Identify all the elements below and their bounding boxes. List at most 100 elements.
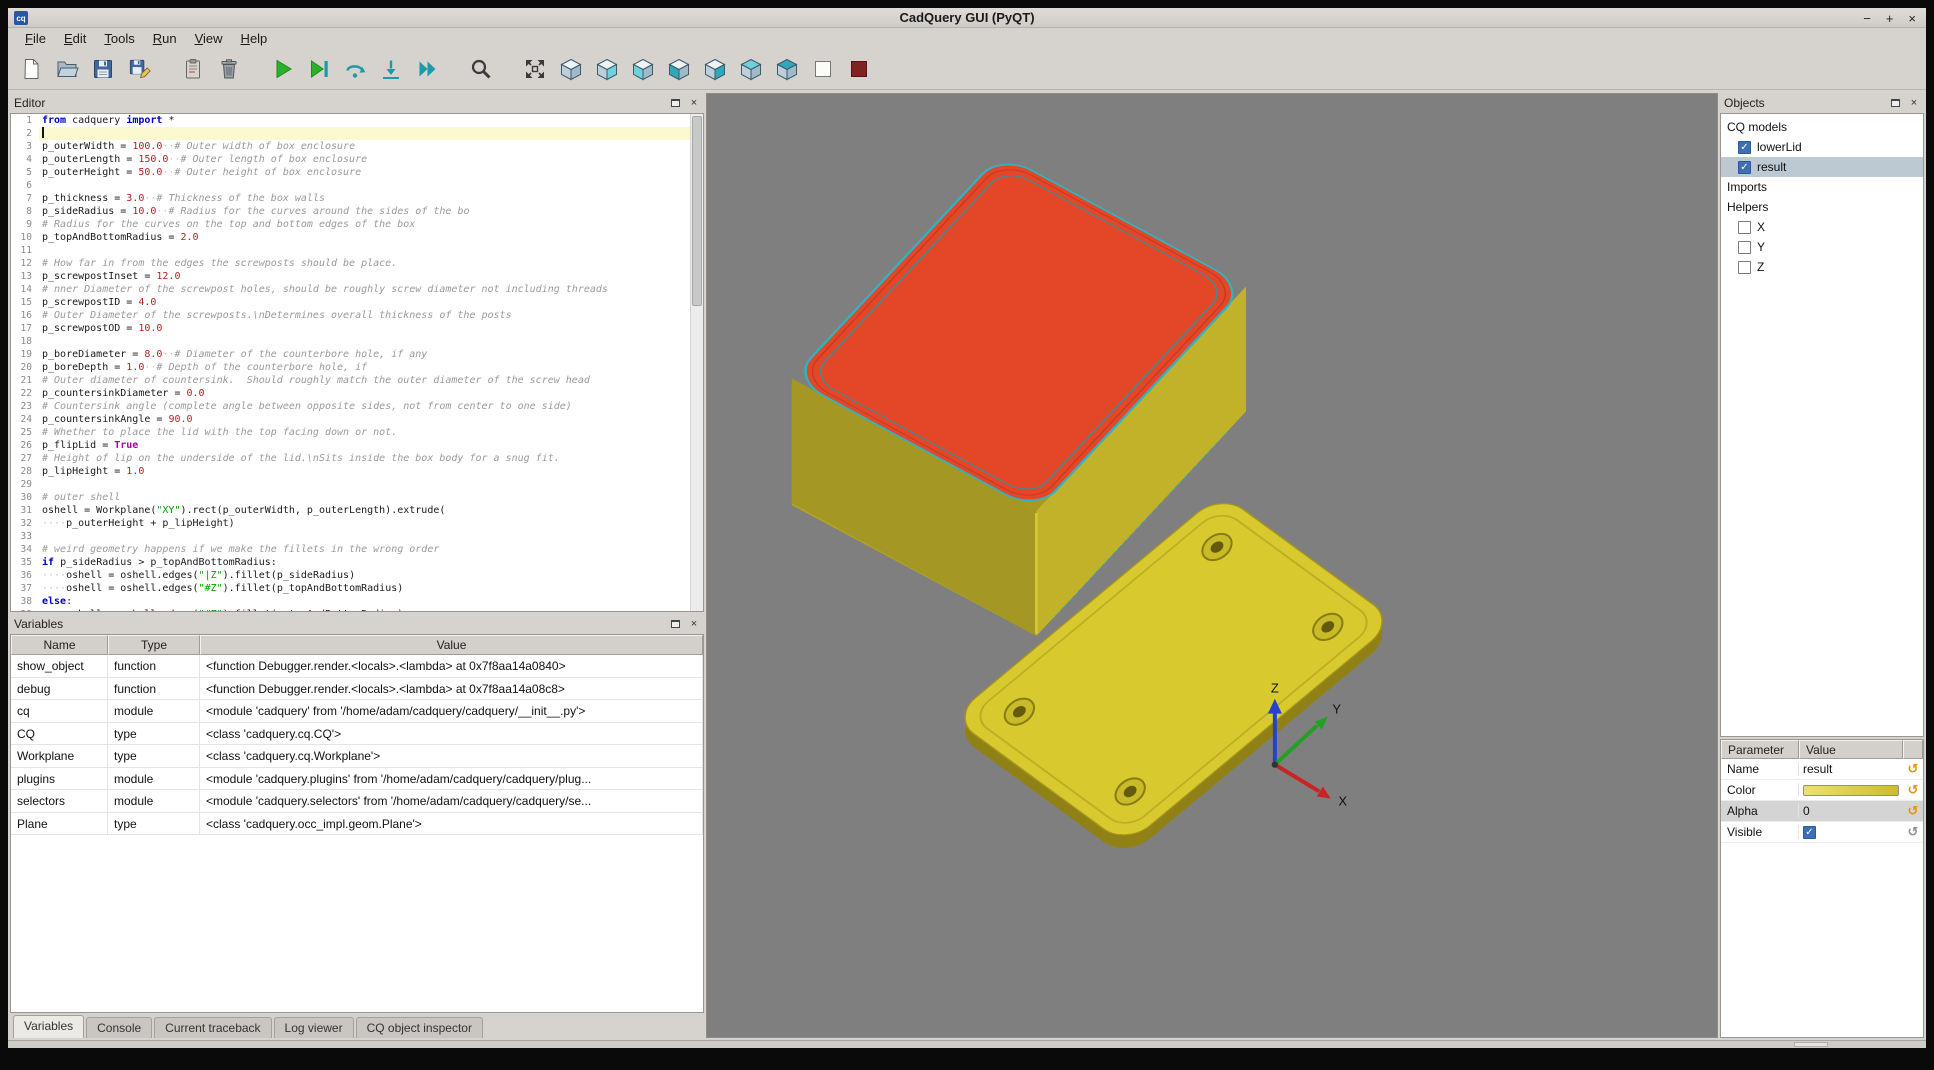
editor-close-button[interactable]: ×: [687, 96, 701, 110]
parameter-row-visible[interactable]: Visible↺: [1721, 822, 1923, 843]
code-line[interactable]: 25# Whether to place the lid with the to…: [11, 426, 703, 439]
menu-view[interactable]: View: [186, 30, 232, 47]
tab-log-viewer[interactable]: Log viewer: [274, 1017, 354, 1038]
code-line[interactable]: 1from cadquery import *: [11, 114, 703, 127]
fit-view-button[interactable]: [520, 54, 550, 84]
continue-button[interactable]: [412, 54, 442, 84]
code-line[interactable]: 22p_countersinkDiameter = 0.0: [11, 387, 703, 400]
view-right-button[interactable]: [700, 54, 730, 84]
parameter-value[interactable]: result: [1799, 762, 1903, 776]
code-line[interactable]: 20p_boreDepth = 1.0··# Depth of the coun…: [11, 361, 703, 374]
tab-cq-object-inspector[interactable]: CQ object inspector: [356, 1017, 483, 1038]
variables-column-header-type[interactable]: Type: [108, 635, 200, 655]
tree-group-imports[interactable]: Imports: [1721, 177, 1923, 197]
code-line[interactable]: 6: [11, 179, 703, 192]
code-line[interactable]: 34# weird geometry happens if we make th…: [11, 543, 703, 556]
visible-checkbox[interactable]: [1803, 826, 1816, 839]
code-line[interactable]: 5p_outerHeight = 50.0··# Outer height of…: [11, 166, 703, 179]
code-line[interactable]: 4p_outerLength = 150.0··# Outer length o…: [11, 153, 703, 166]
code-line[interactable]: 13p_screwpostInset = 12.0: [11, 270, 703, 283]
code-line[interactable]: 18: [11, 335, 703, 348]
tree-group-helpers[interactable]: Helpers: [1721, 197, 1923, 217]
code-line[interactable]: 38else:: [11, 595, 703, 608]
menu-tools[interactable]: Tools: [95, 30, 143, 47]
view-back-button[interactable]: [628, 54, 658, 84]
menu-file[interactable]: File: [16, 30, 55, 47]
menu-edit[interactable]: Edit: [55, 30, 95, 47]
code-line[interactable]: 12# How far in from the edges the screwp…: [11, 257, 703, 270]
menu-help[interactable]: Help: [232, 30, 277, 47]
code-line[interactable]: 8p_sideRadius = 10.0··# Radius for the c…: [11, 205, 703, 218]
code-line[interactable]: 27# Height of lip on the underside of th…: [11, 452, 703, 465]
clipboard-button[interactable]: [178, 54, 208, 84]
step-into-button[interactable]: [376, 54, 406, 84]
code-line[interactable]: 31oshell = Workplane("XY").rect(p_outerW…: [11, 504, 703, 517]
variable-row-debug[interactable]: debugfunction<function Debugger.render.<…: [11, 678, 703, 701]
reset-button[interactable]: ↺: [1903, 825, 1923, 840]
tree-item-y[interactable]: Y: [1721, 237, 1923, 257]
parameter-row-name[interactable]: Nameresult↺: [1721, 759, 1923, 780]
resize-grip[interactable]: [1794, 1042, 1828, 1047]
objects-float-button[interactable]: [1888, 96, 1902, 110]
variable-row-plugins[interactable]: pluginsmodule<module 'cadquery.plugins' …: [11, 768, 703, 791]
view-left-button[interactable]: [664, 54, 694, 84]
checkbox-result[interactable]: [1738, 161, 1751, 174]
checkbox-x[interactable]: [1738, 221, 1751, 234]
editor-scrollbar-thumb[interactable]: [692, 116, 702, 306]
code-line[interactable]: 29: [11, 478, 703, 491]
code-line[interactable]: 15p_screwpostID = 4.0: [11, 296, 703, 309]
variable-row-cq[interactable]: cqmodule<module 'cadquery' from '/home/a…: [11, 700, 703, 723]
code-line[interactable]: 32····p_outerHeight + p_lipHeight): [11, 517, 703, 530]
code-line[interactable]: 37····oshell = oshell.edges("#Z").fillet…: [11, 582, 703, 595]
variable-row-plane[interactable]: Planetype<class 'cadquery.occ_impl.geom.…: [11, 813, 703, 836]
tree-item-result[interactable]: result: [1721, 157, 1923, 177]
code-line[interactable]: 35if p_sideRadius > p_topAndBottomRadius…: [11, 556, 703, 569]
code-editor[interactable]: 1from cadquery import *23p_outerWidth = …: [10, 113, 704, 612]
tree-item-lowerlid[interactable]: lowerLid: [1721, 137, 1923, 157]
code-line[interactable]: 24p_countersinkAngle = 90.0: [11, 413, 703, 426]
code-line[interactable]: 7p_thickness = 3.0··# Thickness of the b…: [11, 192, 703, 205]
zoom-to-fit-button[interactable]: [466, 54, 496, 84]
variables-float-button[interactable]: [668, 617, 682, 631]
ortho-view-button[interactable]: [808, 54, 838, 84]
view-bottom-button[interactable]: [772, 54, 802, 84]
view-iso-button[interactable]: [556, 54, 586, 84]
code-line[interactable]: 2: [11, 127, 703, 140]
code-line[interactable]: 36····oshell = oshell.edges("|Z").fillet…: [11, 569, 703, 582]
delete-button[interactable]: [214, 54, 244, 84]
code-line[interactable]: 33: [11, 530, 703, 543]
view-front-button[interactable]: [592, 54, 622, 84]
parameter-value[interactable]: 0: [1799, 804, 1903, 818]
color-swatch[interactable]: [1803, 785, 1899, 796]
tree-item-x[interactable]: X: [1721, 217, 1923, 237]
variables-column-header-value[interactable]: Value: [200, 635, 703, 655]
checkbox-z[interactable]: [1738, 261, 1751, 274]
checkbox-lowerlid[interactable]: [1738, 141, 1751, 154]
maximize-button[interactable]: +: [1886, 11, 1894, 26]
tree-group-cq-models[interactable]: CQ models: [1721, 117, 1923, 137]
debug-button[interactable]: [304, 54, 334, 84]
variables-column-header-name[interactable]: Name: [11, 635, 108, 655]
variable-row-cq[interactable]: CQtype<class 'cadquery.cq.CQ'>: [11, 723, 703, 746]
minimize-button[interactable]: −: [1863, 11, 1871, 26]
close-button[interactable]: ×: [1908, 11, 1916, 26]
code-line[interactable]: 10p_topAndBottomRadius = 2.0: [11, 231, 703, 244]
stop-button[interactable]: [844, 54, 874, 84]
code-line[interactable]: 28p_lipHeight = 1.0: [11, 465, 703, 478]
variable-row-selectors[interactable]: selectorsmodule<module 'cadquery.selecto…: [11, 790, 703, 813]
parameter-row-color[interactable]: Color↺: [1721, 780, 1923, 801]
code-line[interactable]: 19p_boreDiameter = 8.0··# Diameter of th…: [11, 348, 703, 361]
parameter-row-alpha[interactable]: Alpha0↺: [1721, 801, 1923, 822]
code-line[interactable]: 23# Countersink angle (complete angle be…: [11, 400, 703, 413]
code-line[interactable]: 16# Outer Diameter of the screwposts.\nD…: [11, 309, 703, 322]
code-line[interactable]: 3p_outerWidth = 100.0··# Outer width of …: [11, 140, 703, 153]
save-as-button[interactable]: [124, 54, 154, 84]
title-bar[interactable]: cq CadQuery GUI (PyQT) − + ×: [8, 8, 1926, 28]
objects-close-button[interactable]: ×: [1907, 96, 1921, 110]
editor-float-button[interactable]: [668, 96, 682, 110]
menu-run[interactable]: Run: [144, 30, 186, 47]
code-line[interactable]: 17p_screwpostOD = 10.0: [11, 322, 703, 335]
open-file-button[interactable]: [52, 54, 82, 84]
reset-button[interactable]: ↺: [1903, 783, 1923, 798]
code-line[interactable]: 11: [11, 244, 703, 257]
